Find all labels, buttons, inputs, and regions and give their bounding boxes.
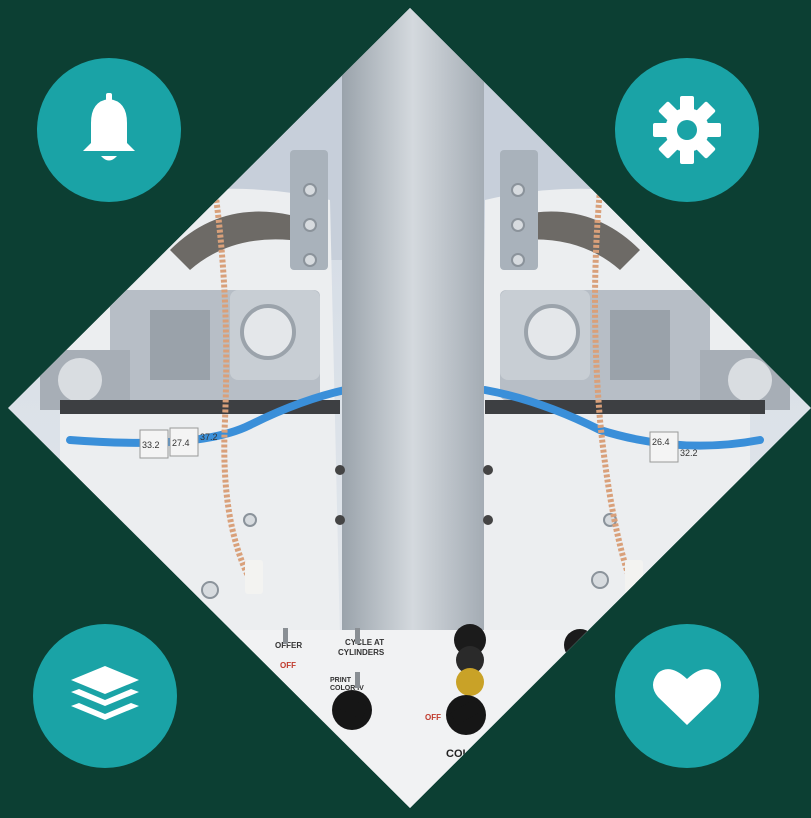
label-off-red: OFF bbox=[425, 713, 441, 722]
gear-icon bbox=[653, 96, 721, 164]
label-offer: OFFER bbox=[275, 641, 302, 650]
bell-icon bbox=[83, 93, 135, 161]
tag-left-2: 27.4 bbox=[172, 438, 190, 448]
label-print: PRINT bbox=[330, 677, 352, 684]
settings-button[interactable] bbox=[615, 58, 759, 202]
label-cylinders: CYLINDERS bbox=[338, 648, 385, 657]
label-colo: COLO bbox=[446, 748, 478, 760]
heart-icon bbox=[653, 669, 721, 725]
notification-button[interactable] bbox=[37, 58, 181, 202]
layers-icon bbox=[71, 666, 139, 720]
tag-left-3: 37.2 bbox=[200, 432, 218, 442]
favorite-button[interactable] bbox=[615, 624, 759, 768]
label-off: OFF bbox=[280, 661, 296, 670]
control-panel bbox=[190, 630, 630, 808]
tag-right-1: 26.4 bbox=[652, 437, 670, 447]
tag-right-2: 32.2 bbox=[680, 448, 698, 458]
layers-button[interactable] bbox=[33, 624, 177, 768]
stage: 33.2 27.4 37.2 26.4 32.2 OFFER OFF CYCLE… bbox=[0, 0, 811, 818]
label-cycle: CYCLE AT bbox=[345, 638, 384, 647]
tag-left-1: 33.2 bbox=[142, 440, 160, 450]
steel-column bbox=[342, 8, 484, 640]
